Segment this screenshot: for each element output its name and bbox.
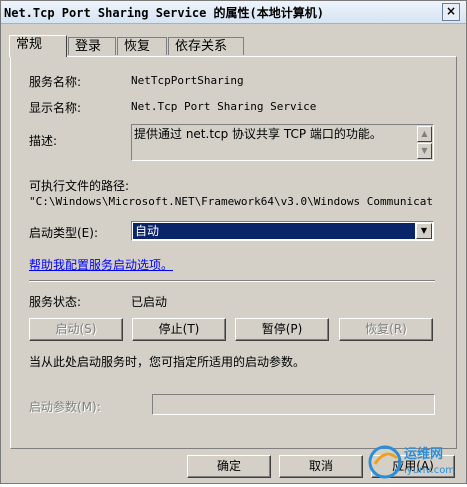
help-link[interactable]: 帮助我配置服务启动选项。 [29, 256, 173, 273]
watermark-subtext: iyunv.com [404, 465, 455, 476]
startup-type-select[interactable]: 自动 ▼ [131, 221, 434, 241]
startup-type-label: 启动类型(E): [29, 226, 98, 240]
resume-button[interactable]: 恢复(R) [339, 318, 433, 341]
ok-button[interactable]: 确定 [187, 455, 271, 478]
site-watermark: 运维网 iyunv.com [367, 434, 467, 484]
scroll-up-button[interactable]: ▲ [417, 126, 432, 142]
close-button[interactable]: × [442, 3, 460, 21]
start-params-label: 启动参数(M): [29, 400, 101, 414]
description-box[interactable]: 提供通过 net.tcp 协议共享 TCP 端口的功能。 ▲ ▼ [131, 124, 434, 161]
scroll-down-button[interactable]: ▼ [417, 143, 432, 159]
service-status-label: 服务状态: [29, 295, 82, 309]
service-status-value: 已启动 [131, 295, 168, 309]
startup-type-value: 自动 [133, 223, 415, 239]
title-bar[interactable]: Net.Tcp Port Sharing Service 的属性(本地计算机) … [1, 1, 466, 24]
tab-logon[interactable]: 登录 [68, 37, 116, 55]
watermark-text: 运维网 [404, 446, 443, 462]
general-panel: 服务名称: NetTcpPortSharing 显示名称: Net.Tcp Po… [10, 56, 457, 449]
stop-button[interactable]: 停止(T) [132, 318, 226, 341]
tab-recovery[interactable]: 恢复 [117, 37, 167, 55]
params-hint: 当从此处启动服务时，您可指定所适用的启动参数。 [29, 355, 306, 369]
display-name-label: 显示名称: [29, 101, 82, 115]
chevron-down-icon[interactable]: ▼ [416, 223, 432, 239]
path-value: "C:\Windows\Microsoft.NET\Framework64\v3… [29, 195, 433, 208]
start-params-input[interactable] [152, 394, 435, 415]
path-label: 可执行文件的路径: [29, 179, 130, 193]
watermark-logo-icon: 运维网 iyunv.com [368, 445, 455, 479]
properties-dialog: Net.Tcp Port Sharing Service 的属性(本地计算机) … [0, 0, 467, 484]
service-name-value: NetTcpPortSharing [131, 74, 244, 87]
tab-general[interactable]: 常规 [9, 35, 67, 57]
divider [29, 280, 435, 282]
service-name-label: 服务名称: [29, 75, 82, 89]
display-name-value: Net.Tcp Port Sharing Service [131, 100, 317, 113]
start-button[interactable]: 启动(S) [29, 318, 123, 341]
window-title: Net.Tcp Port Sharing Service 的属性(本地计算机) [4, 6, 324, 20]
description-label: 描述: [29, 134, 58, 148]
description-text: 提供通过 net.tcp 协议共享 TCP 端口的功能。 [134, 127, 382, 141]
pause-button[interactable]: 暂停(P) [235, 318, 329, 341]
tab-dependencies[interactable]: 依存关系 [168, 37, 244, 55]
cancel-button[interactable]: 取消 [279, 455, 363, 478]
